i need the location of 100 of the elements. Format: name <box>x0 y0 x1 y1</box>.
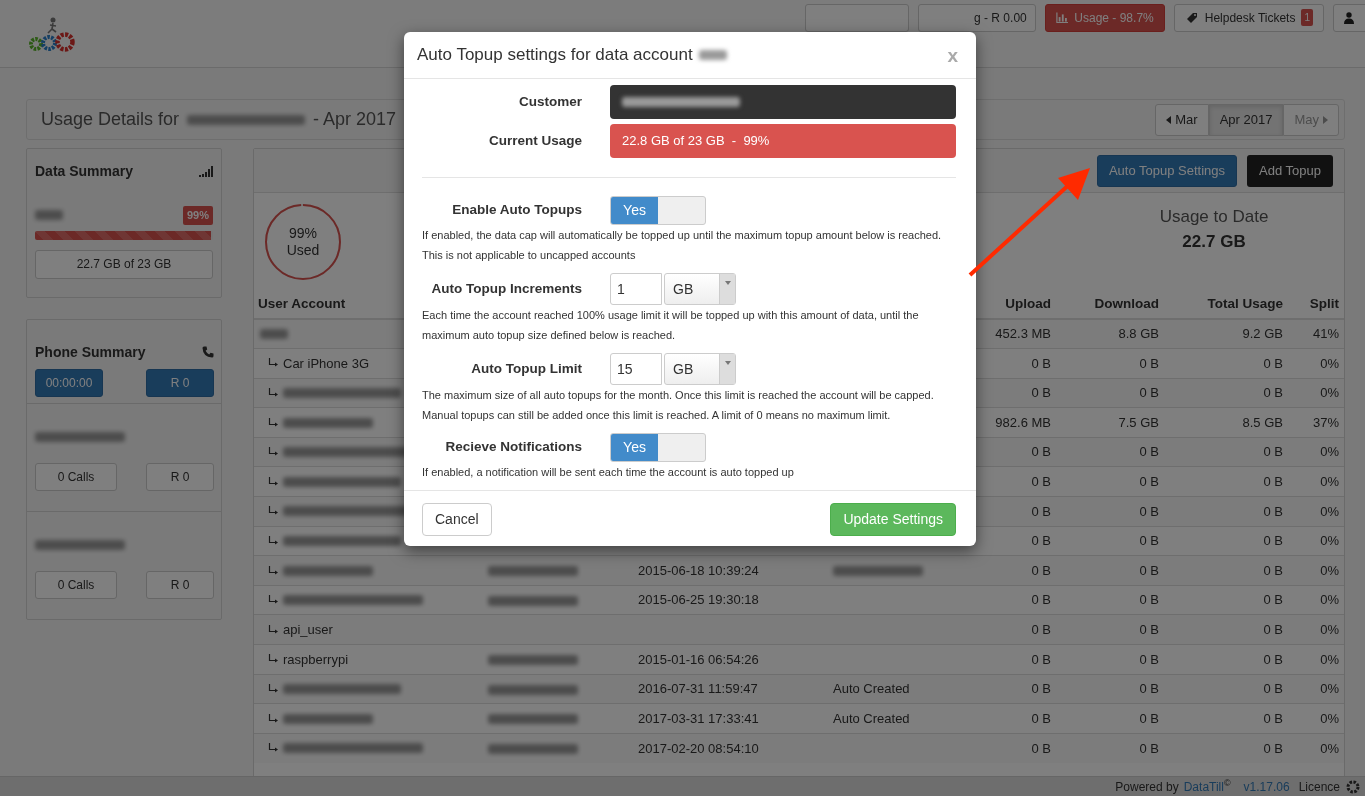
month-button[interactable]: Mar <box>1155 103 1209 136</box>
child-arrow-icon <box>268 447 278 458</box>
usage-cell: 0 B <box>1139 474 1159 489</box>
usage-cell: 0 B <box>1031 651 1051 667</box>
usage-cell: 0 B <box>1263 474 1283 489</box>
footer-text: Powered by <box>1115 778 1179 796</box>
cost-button[interactable]: R 0 <box>146 570 214 599</box>
cost-button[interactable]: R 0 <box>146 462 214 491</box>
usage-cell: 0 B <box>1263 385 1283 401</box>
usage-cell: 0 B <box>1263 710 1283 726</box>
usage-cell: 982.6 MB <box>995 414 1051 430</box>
child-arrow-icon <box>268 358 278 369</box>
usage-cell: 0 B <box>1031 681 1051 697</box>
date-cell: 2017-03-31 17:33:41 <box>638 710 759 726</box>
child-arrow-icon <box>268 506 278 517</box>
redacted-text <box>260 329 288 340</box>
usage-cell: 0 B <box>1139 503 1159 519</box>
usage-cell: 0% <box>1320 474 1339 489</box>
caret-icon <box>724 281 731 285</box>
child-arrow-icon <box>268 713 278 724</box>
user-menu-button[interactable] <box>1333 3 1365 32</box>
action-button[interactable]: Auto Topup Settings <box>1096 154 1238 187</box>
amount-field[interactable]: 1 <box>610 273 662 305</box>
date-cell: 2017-02-20 08:54:10 <box>638 740 759 756</box>
summary-value: 22.7 GB <box>1181 231 1247 253</box>
account-name: api_user <box>283 621 333 639</box>
usage-cell: 0% <box>1320 740 1339 756</box>
account-name: raspberrypi <box>283 650 349 669</box>
usage-cell: 7.5 GB <box>1118 414 1159 430</box>
column-header: Total Usage <box>1207 296 1283 312</box>
usage-cell: 0 B <box>1263 592 1283 608</box>
redacted-text <box>698 50 727 60</box>
usage-total: 22.7 GB of 23 GB <box>35 249 213 279</box>
amount-field[interactable]: 15 <box>610 353 662 385</box>
settings-icon <box>1345 778 1361 795</box>
usage-cell: 0 B <box>1031 385 1051 401</box>
field-label: Auto Topup Limit <box>470 359 582 378</box>
usage-cell: 0 B <box>1031 503 1051 519</box>
child-arrow-icon <box>268 388 278 398</box>
brand-link[interactable]: DataTill$^{©}$ <box>1183 777 1231 796</box>
panel-title: Phone Summary <box>35 342 146 362</box>
usage-cell: 0 B <box>1031 444 1051 460</box>
caret-icon <box>1323 115 1328 124</box>
usage-cell: 8.5 GB <box>1242 414 1283 430</box>
duration-button[interactable]: 00:00:00 <box>35 368 103 397</box>
month-button[interactable]: Apr 2017 <box>1208 103 1284 136</box>
toolbar-button[interactable]: g - R 0.00 <box>917 3 1036 32</box>
usage-cell: 0% <box>1320 385 1339 401</box>
date-cell: 2015-01-16 06:54:26 <box>638 651 759 667</box>
usage-cell: 0% <box>1320 355 1339 371</box>
usage-cell: 0 B <box>1031 533 1051 549</box>
usage-cell: 0 B <box>1263 503 1283 519</box>
ring-caption: Used <box>286 242 320 259</box>
licence-link[interactable]: Licence <box>1298 777 1340 796</box>
action-button[interactable]: Add Topup <box>1247 154 1333 187</box>
toggle-switch[interactable]: Yes <box>610 196 706 225</box>
update-button[interactable]: Update Settings <box>830 503 956 536</box>
usage-cell: 0% <box>1320 681 1339 697</box>
calls-button[interactable]: 0 Calls <box>35 570 117 599</box>
child-arrow-icon <box>268 476 278 487</box>
usage-cell: 0 B <box>1263 444 1283 460</box>
child-arrow-icon <box>268 743 278 754</box>
note-cell: Auto Created <box>833 681 910 697</box>
usage-cell: 0 B <box>1031 592 1051 608</box>
account-name: Car iPhone 3G <box>283 354 369 373</box>
usage-cell: 0 B <box>1031 355 1051 371</box>
dialog-title: Auto Topup settings for data account <box>417 44 693 67</box>
usage-cell: 0 B <box>1139 740 1159 756</box>
help-text: Each time the account reached 100% usage limit it will be topped up with this amount of data, until the maximum auto topup size defined below is reached. <box>422 308 920 343</box>
toolbar-button[interactable]: Helpdesk Tickets 1 <box>1173 3 1324 32</box>
usage-cell: 0 B <box>1139 592 1159 608</box>
version-link[interactable]: v1.17.06 <box>1243 777 1290 796</box>
toolbar-button[interactable]: Usage - 98.7% <box>1044 3 1165 32</box>
field-label: Current Usage <box>487 131 582 150</box>
usage-cell: 452.3 MB <box>995 326 1051 342</box>
unit-dropdown[interactable]: GB <box>664 353 736 385</box>
usage-cell: 0 B <box>1139 533 1159 549</box>
summary-label: Usage to Date <box>1158 205 1270 228</box>
cancel-button[interactable]: Cancel <box>422 503 492 536</box>
cost-button[interactable]: R 0 <box>146 368 214 397</box>
help-text: If enabled, the data cap will automatically be topped up until the maximum topup amount below is reached. This is not applicable to uncapped accounts <box>422 228 943 263</box>
toggle-switch[interactable]: Yes <box>610 433 706 462</box>
bar-chart-icon <box>1055 11 1069 24</box>
usage-cell: 0% <box>1320 533 1339 549</box>
usage-cell: 0% <box>1320 651 1339 667</box>
close-button[interactable]: x <box>947 45 958 65</box>
phone-icon <box>202 346 214 358</box>
child-arrow-icon <box>268 565 278 576</box>
usage-cell: 0 B <box>1139 385 1159 401</box>
usage-cell: 0 B <box>1139 710 1159 726</box>
usage-cell: 41% <box>1312 326 1339 342</box>
usage-cell: 0% <box>1320 503 1339 519</box>
usage-cell: 0 B <box>1139 622 1159 637</box>
calls-button[interactable]: 0 Calls <box>35 462 117 491</box>
percent-badge: 99% <box>182 206 213 225</box>
redacted-text <box>35 210 63 221</box>
date-cell: 2015-06-18 10:39:24 <box>638 562 759 578</box>
user-icon <box>1344 11 1354 24</box>
usage-cell: 0 B <box>1139 355 1159 371</box>
unit-dropdown[interactable]: GB <box>664 273 736 305</box>
